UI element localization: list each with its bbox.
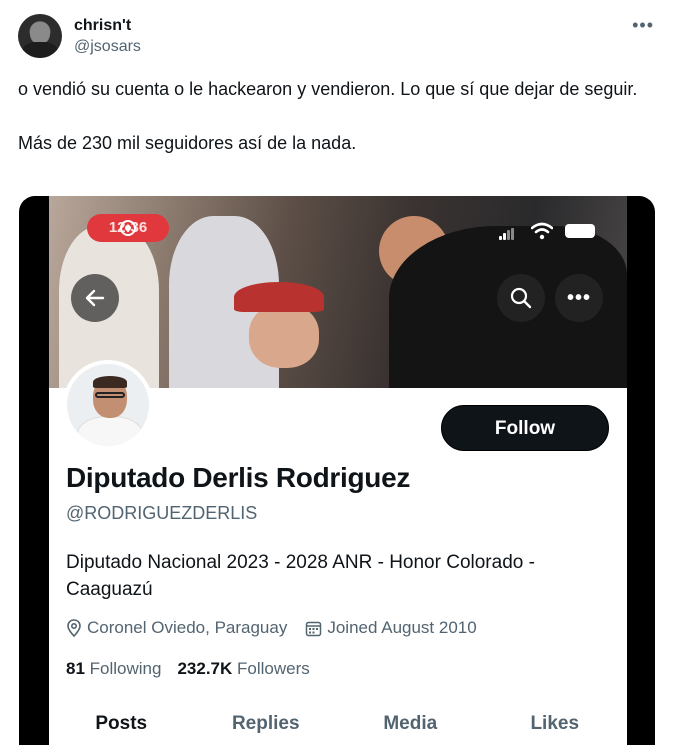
more-button[interactable]: ••• (555, 274, 603, 322)
status-time-pill: 12:36 (87, 214, 169, 242)
avatar-body (22, 42, 58, 58)
tweet-text-line-2: Más de 230 mil seguidores así de la nada… (18, 133, 357, 153)
profile-name: Diputado Derlis Rodriguez (66, 462, 411, 493)
follow-button[interactable]: Follow (441, 405, 609, 451)
joined-text: Joined August 2010 (327, 618, 477, 637)
search-button[interactable] (497, 274, 545, 322)
wifi-icon (531, 222, 553, 240)
record-icon (120, 220, 136, 236)
followers-stat[interactable]: 232.7K Followers (177, 659, 309, 679)
battery-icon (565, 224, 595, 238)
more-icon: ••• (566, 286, 591, 309)
avatar-face (30, 22, 50, 44)
calendar-icon (306, 621, 322, 636)
following-stat[interactable]: 81 Following (66, 659, 161, 679)
profile-meta: Coronel Oviedo, Paraguay Joined August 2… (66, 616, 495, 640)
profile-avatar[interactable] (63, 360, 153, 450)
tweet-media-image[interactable]: 12:36 ••• Follow Diputado Derlis Rodrigu… (19, 196, 655, 745)
tweet-text: o vendió su cuenta o le hackearon y vend… (18, 76, 658, 157)
signal-icon (499, 228, 515, 240)
tab-posts[interactable]: Posts (49, 706, 194, 745)
profile-tabs: Posts Replies Media Likes (49, 706, 627, 745)
profile-handle: @RODRIGUEZDERLIS (66, 503, 258, 523)
location-text: Coronel Oviedo, Paraguay (87, 618, 288, 637)
profile-banner: 12:36 ••• (49, 196, 627, 388)
author-handle[interactable]: @jsosars (74, 38, 141, 56)
location: Coronel Oviedo, Paraguay (66, 618, 287, 638)
tweet-text-line-1: o vendió su cuenta o le hackearon y vend… (18, 79, 638, 99)
author-display-name[interactable]: chrisn't (74, 17, 131, 35)
followers-label: Followers (237, 659, 310, 678)
following-count: 81 (66, 659, 85, 678)
profile-bio: Diputado Nacional 2023 - 2028 ANR - Hono… (66, 552, 535, 600)
more-horizontal-icon[interactable]: ••• (632, 16, 654, 34)
back-arrow-icon (85, 289, 105, 307)
location-pin-icon (67, 619, 81, 637)
profile-stats: 81 Following 232.7K Followers (66, 659, 326, 679)
tab-replies[interactable]: Replies (194, 706, 339, 745)
phone-screenshot: 12:36 ••• Follow Diputado Derlis Rodrigu… (49, 196, 627, 745)
joined-date: Joined August 2010 (305, 618, 477, 638)
following-label: Following (89, 659, 162, 678)
tab-likes[interactable]: Likes (483, 706, 628, 745)
search-icon (510, 287, 532, 309)
author-avatar[interactable] (18, 14, 62, 58)
followers-count: 232.7K (177, 659, 233, 678)
status-icons (499, 222, 599, 240)
back-button[interactable] (71, 274, 119, 322)
tab-media[interactable]: Media (338, 706, 483, 745)
tweet-header: chrisn't @jsosars ••• (18, 14, 678, 60)
